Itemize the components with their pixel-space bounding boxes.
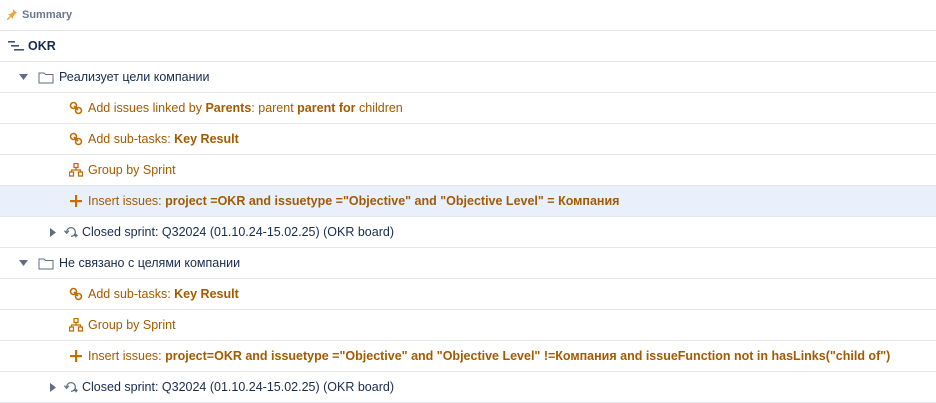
- link-icon: [69, 287, 83, 301]
- root-row[interactable]: OKR: [0, 31, 936, 62]
- plus-icon: [69, 349, 83, 363]
- rule-row[interactable]: Add sub-tasks: Key Result: [0, 279, 936, 310]
- group-label: Не связано с целями компании: [59, 256, 241, 270]
- summary-header: Summary: [0, 0, 936, 31]
- rule-row[interactable]: Add issues linked by Parents: parent par…: [0, 93, 936, 124]
- sprint-row[interactable]: Closed sprint: Q32024 (01.10.24-15.02.25…: [0, 372, 936, 403]
- summary-title: Summary: [22, 9, 73, 21]
- link-icon: [69, 101, 83, 115]
- chevron-down-icon[interactable]: [18, 258, 28, 268]
- sprint-icon: [64, 380, 78, 394]
- link-icon: [69, 132, 83, 146]
- rule-text: Add issues linked by Parents: parent par…: [88, 101, 403, 115]
- rule-row[interactable]: Group by Sprint: [0, 155, 936, 186]
- chevron-right-icon[interactable]: [48, 382, 58, 392]
- sprint-row[interactable]: Closed sprint: Q32024 (01.10.24-15.02.25…: [0, 217, 936, 248]
- group-label: Реализует цели компании: [59, 70, 210, 84]
- chevron-right-icon[interactable]: [48, 227, 58, 237]
- rule-text: Insert issues: project =OKR and issuetyp…: [88, 194, 620, 208]
- rule-row-selected[interactable]: Insert issues: project =OKR and issuetyp…: [0, 186, 936, 217]
- rule-row[interactable]: Group by Sprint: [0, 310, 936, 341]
- pin-icon: [6, 8, 18, 22]
- rule-text: Group by Sprint: [88, 163, 176, 177]
- group-icon: [69, 163, 83, 177]
- root-label: OKR: [28, 39, 56, 53]
- rule-text: Add sub-tasks: Key Result: [88, 132, 239, 146]
- plus-icon: [69, 194, 83, 208]
- rule-text: Insert issues: project=OKR and issuetype…: [88, 349, 891, 363]
- folder-icon: [38, 70, 54, 84]
- rule-text: Group by Sprint: [88, 318, 176, 332]
- group-icon: [69, 318, 83, 332]
- rule-row[interactable]: Insert issues: project=OKR and issuetype…: [0, 341, 936, 372]
- chevron-down-icon[interactable]: [18, 72, 28, 82]
- folder-icon: [38, 256, 54, 270]
- group-row-2[interactable]: Не связано с целями компании: [0, 248, 936, 279]
- sprint-label: Closed sprint: Q32024 (01.10.24-15.02.25…: [82, 225, 394, 239]
- sprint-label: Closed sprint: Q32024 (01.10.24-15.02.25…: [82, 380, 394, 394]
- rule-text: Add sub-tasks: Key Result: [88, 287, 239, 301]
- hierarchy-icon: [8, 40, 24, 52]
- rule-row[interactable]: Add sub-tasks: Key Result: [0, 124, 936, 155]
- group-row-1[interactable]: Реализует цели компании: [0, 62, 936, 93]
- sprint-icon: [64, 225, 78, 239]
